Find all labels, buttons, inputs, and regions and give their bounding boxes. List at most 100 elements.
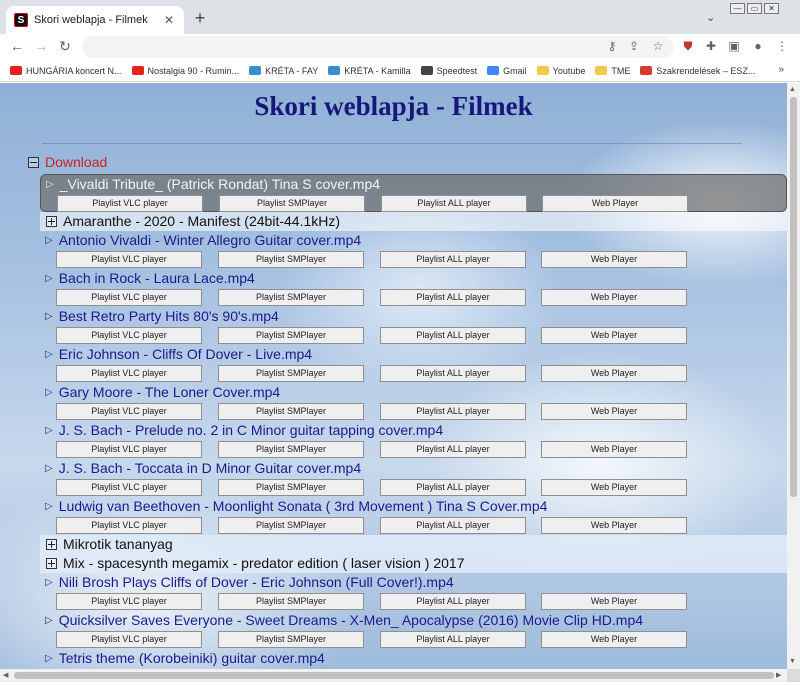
playlist-smplayer-button[interactable]: Playlist SMPlayer	[218, 593, 364, 610]
scroll-up-arrow-icon[interactable]: ▲	[789, 86, 796, 93]
bookmark-item[interactable]: HUNGÁRIA koncert N...	[10, 66, 122, 76]
file-title-link[interactable]: ▷ Eric Johnson - Cliffs Of Dover - Live.m…	[45, 346, 312, 362]
file-title-link[interactable]: ▷ J. S. Bach - Toccata in D Minor Guitar …	[45, 460, 361, 476]
restore-icon[interactable]: ▭	[747, 3, 762, 14]
playlist-all-button[interactable]: Playlist ALL player	[380, 327, 526, 344]
expand-plus-icon[interactable]	[46, 557, 57, 569]
bookmark-item[interactable]: TME	[595, 66, 630, 76]
scroll-down-arrow-icon[interactable]: ▼	[789, 658, 796, 665]
bookmark-item[interactable]: Youtube	[536, 66, 585, 76]
file-title-link[interactable]: ▷ _Vivaldi Tribute_ (Patrick Rondat) Tina…	[46, 176, 380, 192]
ublock-shield-icon[interactable]: ⛊	[680, 39, 696, 54]
playlist-vlc-button[interactable]: Playlist VLC player	[56, 593, 202, 610]
side-panel-icon[interactable]: ▣	[726, 39, 742, 53]
playlist-all-button[interactable]: Playlist ALL player	[380, 631, 526, 648]
folder-item[interactable]: Mikrotik tananyag	[40, 535, 787, 554]
playlist-all-button[interactable]: Playlist ALL player	[380, 289, 526, 306]
file-title-link[interactable]: ▷ Gary Moore - The Loner Cover.mp4	[45, 384, 280, 400]
playlist-vlc-button[interactable]: Playlist VLC player	[56, 479, 202, 496]
share-icon[interactable]: ⇪	[626, 39, 642, 53]
playlist-smplayer-button[interactable]: Playlist SMPlayer	[218, 479, 364, 496]
playlist-all-button[interactable]: Playlist ALL player	[380, 251, 526, 268]
web-player-button[interactable]: Web Player	[541, 251, 687, 268]
file-title-link[interactable]: ▷ Bach in Rock - Laura Lace.mp4	[45, 270, 255, 286]
address-bar[interactable]	[82, 36, 674, 58]
file-title-link[interactable]: ▷ Nili Brosh Plays Cliffs of Dover - Eric…	[45, 574, 454, 590]
playlist-smplayer-button[interactable]: Playlist SMPlayer	[219, 195, 365, 212]
close-window-icon[interactable]: ✕	[764, 3, 779, 14]
expand-plus-icon[interactable]	[46, 538, 57, 550]
playlist-vlc-button[interactable]: Playlist VLC player	[57, 195, 203, 212]
forward-arrow-icon[interactable]: →	[32, 38, 50, 54]
bookmark-item[interactable]: Speedtest	[420, 66, 477, 76]
more-menu-icon[interactable]: ⋮	[774, 39, 790, 53]
horizontal-scroll-thumb[interactable]	[14, 672, 774, 679]
file-title-link[interactable]: ▷ Antonio Vivaldi - Winter Allegro Guitar…	[45, 232, 361, 248]
download-folder-toggle[interactable]: Download	[28, 154, 107, 170]
playlist-smplayer-button[interactable]: Playlist SMPlayer	[218, 403, 364, 420]
vertical-scroll-thumb[interactable]	[790, 97, 797, 497]
collapse-minus-icon[interactable]	[28, 156, 39, 168]
folder-item[interactable]: Amaranthe - 2020 - Manifest (24bit-44.1k…	[40, 212, 787, 231]
bookmark-star-icon[interactable]: ☆	[650, 39, 666, 53]
playlist-vlc-button[interactable]: Playlist VLC player	[56, 403, 202, 420]
bookmark-item[interactable]: Gmail	[487, 66, 527, 76]
bookmarks-overflow-icon[interactable]: »	[778, 64, 784, 75]
playlist-vlc-button[interactable]: Playlist VLC player	[56, 517, 202, 534]
extensions-puzzle-icon[interactable]: ✚	[703, 39, 719, 53]
bookmark-item[interactable]: Szakrendelések – ESZ...	[640, 66, 755, 76]
file-title-link[interactable]: ▷ Tetris theme (Korobeiniki) guitar cover…	[45, 650, 325, 666]
playlist-vlc-button[interactable]: Playlist VLC player	[56, 289, 202, 306]
bookmark-item[interactable]: KRÉTA - Kamilla	[328, 66, 411, 76]
folder-item[interactable]: Mix - spacesynth megamix - predator edit…	[40, 554, 787, 573]
web-player-button[interactable]: Web Player	[541, 327, 687, 344]
playlist-smplayer-button[interactable]: Playlist SMPlayer	[218, 631, 364, 648]
bookmark-item[interactable]: KRÉTA - FAY	[249, 66, 318, 76]
bookmark-item[interactable]: Nostalgia 90 - Rumin...	[131, 66, 239, 76]
folder-title[interactable]: Mikrotik tananyag	[46, 536, 173, 552]
playlist-smplayer-button[interactable]: Playlist SMPlayer	[218, 251, 364, 268]
playlist-all-button[interactable]: Playlist ALL player	[380, 365, 526, 382]
file-title-link[interactable]: ▷ Quicksilver Saves Everyone - Sweet Drea…	[45, 612, 643, 628]
web-player-button[interactable]: Web Player	[541, 441, 687, 458]
back-arrow-icon[interactable]: ←	[8, 38, 26, 54]
new-tab-button[interactable]: +	[190, 8, 210, 29]
playlist-all-button[interactable]: Playlist ALL player	[380, 403, 526, 420]
web-player-button[interactable]: Web Player	[541, 365, 687, 382]
web-player-button[interactable]: Web Player	[541, 631, 687, 648]
folder-title[interactable]: Amaranthe - 2020 - Manifest (24bit-44.1k…	[46, 213, 340, 229]
expand-plus-icon[interactable]	[46, 215, 57, 227]
tab-search-chevron-down-icon[interactable]: ⌄	[706, 11, 715, 24]
web-player-button[interactable]: Web Player	[541, 289, 687, 306]
playlist-vlc-button[interactable]: Playlist VLC player	[56, 365, 202, 382]
playlist-vlc-button[interactable]: Playlist VLC player	[56, 631, 202, 648]
scroll-right-arrow-icon[interactable]: ▶	[776, 671, 781, 679]
browser-tab[interactable]: S Skori weblapja - Filmek ✕	[6, 6, 184, 34]
folder-title[interactable]: Mix - spacesynth megamix - predator edit…	[46, 555, 465, 571]
web-player-button[interactable]: Web Player	[541, 479, 687, 496]
file-title-link[interactable]: ▷ Ludwig van Beethoven - Moonlight Sonata…	[45, 498, 547, 514]
horizontal-scrollbar[interactable]: ◀ ▶	[0, 669, 787, 682]
web-player-button[interactable]: Web Player	[541, 403, 687, 420]
playlist-smplayer-button[interactable]: Playlist SMPlayer	[218, 517, 364, 534]
profile-avatar-icon[interactable]: ●	[750, 39, 766, 53]
playlist-all-button[interactable]: Playlist ALL player	[380, 479, 526, 496]
web-player-button[interactable]: Web Player	[541, 593, 687, 610]
playlist-vlc-button[interactable]: Playlist VLC player	[56, 327, 202, 344]
playlist-smplayer-button[interactable]: Playlist SMPlayer	[218, 289, 364, 306]
file-title-link[interactable]: ▷ Best Retro Party Hits 80's 90's.mp4	[45, 308, 279, 324]
playlist-all-button[interactable]: Playlist ALL player	[381, 195, 527, 212]
reload-icon[interactable]: ↻	[56, 38, 74, 55]
playlist-vlc-button[interactable]: Playlist VLC player	[56, 441, 202, 458]
playlist-smplayer-button[interactable]: Playlist SMPlayer	[218, 327, 364, 344]
web-player-button[interactable]: Web Player	[541, 517, 687, 534]
scroll-left-arrow-icon[interactable]: ◀	[3, 671, 8, 679]
playlist-all-button[interactable]: Playlist ALL player	[380, 593, 526, 610]
playlist-vlc-button[interactable]: Playlist VLC player	[56, 251, 202, 268]
file-title-link[interactable]: ▷ J. S. Bach - Prelude no. 2 in C Minor g…	[45, 422, 443, 438]
close-tab-icon[interactable]: ✕	[162, 13, 176, 27]
minimize-icon[interactable]: —	[730, 3, 745, 14]
key-icon[interactable]: ⚷	[604, 39, 620, 53]
playlist-smplayer-button[interactable]: Playlist SMPlayer	[218, 365, 364, 382]
playlist-all-button[interactable]: Playlist ALL player	[380, 517, 526, 534]
